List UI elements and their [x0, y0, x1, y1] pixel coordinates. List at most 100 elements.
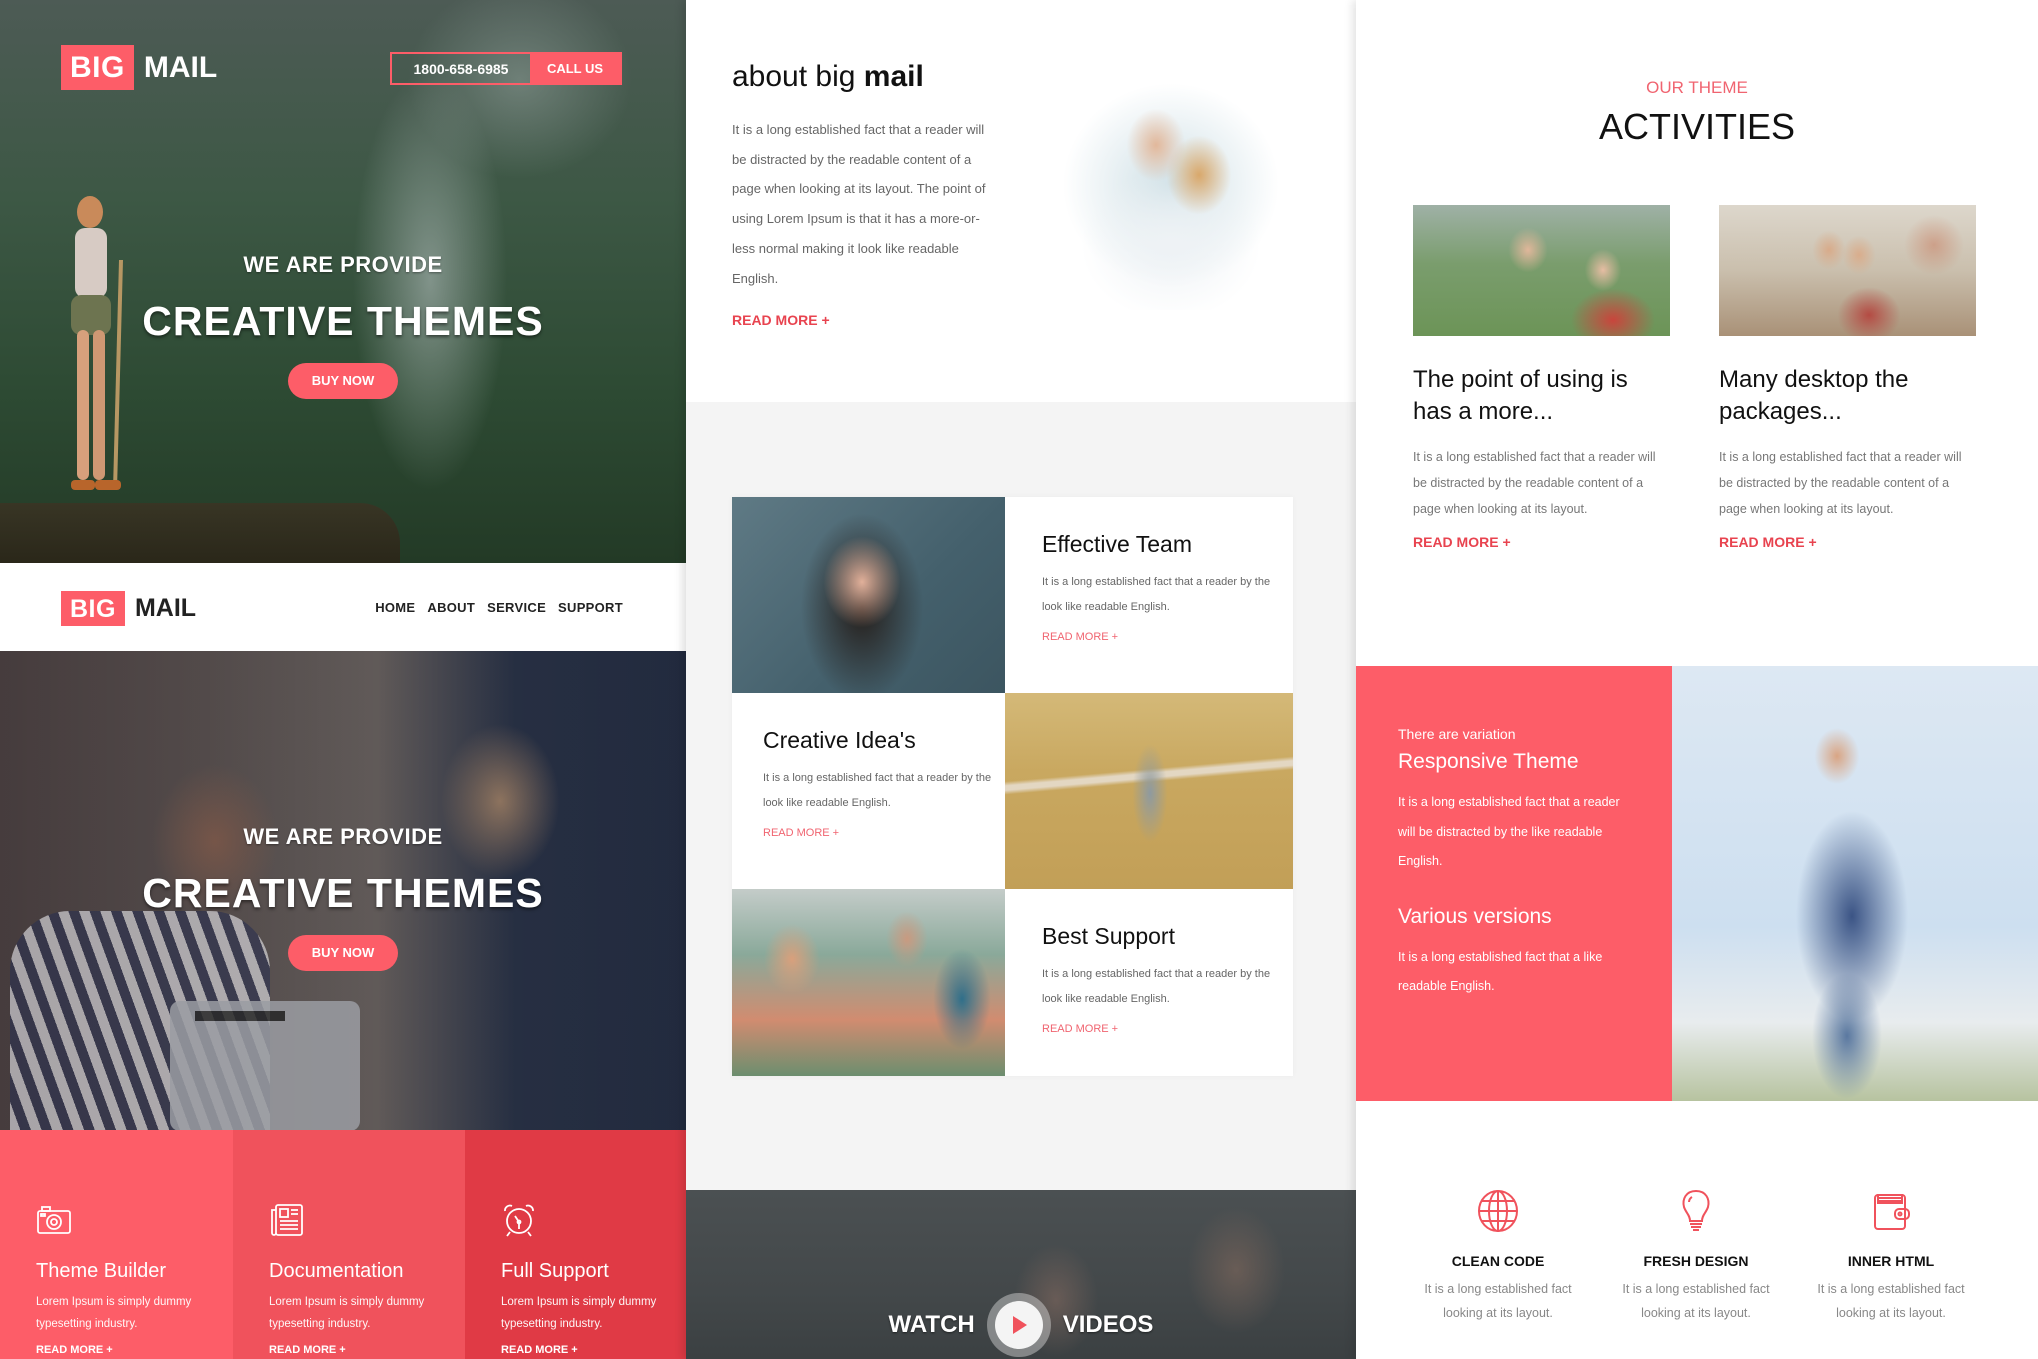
feature-title: Theme Builder [36, 1260, 167, 1282]
read-more-link[interactable]: READ MORE + [1719, 534, 1976, 550]
card-text: It is a long established fact that a rea… [1042, 968, 1271, 1005]
block-pretitle: There are variation [1398, 726, 1516, 742]
newspaper-icon [271, 1204, 303, 1236]
phone-number[interactable]: 1800-658-6985 [392, 54, 530, 83]
man-with-tablet-image [1672, 666, 2038, 1101]
video-section: WATCH VIDEOS [686, 1190, 1356, 1359]
middle-column-preview: about big mail It is a long established … [686, 0, 1356, 1359]
hero-subtitle: WE ARE PROVIDE [243, 824, 443, 849]
left-column-preview: BIG MAIL 1800-658-6985 CALL US WE ARE PR… [0, 0, 686, 1359]
section-title: ACTIVITIES [1598, 106, 1796, 147]
responsive-theme-block: There are variation Responsive Theme It … [1356, 666, 1672, 1101]
hero-title: CREATIVE THEMES [142, 870, 544, 916]
feature-text: It is a long established fact looking at… [1622, 1282, 1770, 1320]
videos-label: VIDEOS [1062, 1311, 1154, 1338]
icon-features: CLEAN CODE It is a long established fact… [1356, 1101, 2038, 1359]
activity-title: The point of using is has a more... [1413, 366, 1628, 425]
card-title: Creative Idea's [763, 727, 916, 753]
buy-now-button[interactable]: BUY NOW [288, 363, 398, 399]
block-text-2: It is a long established fact that a lik… [1398, 949, 1603, 994]
feature-theme-builder: Theme Builder Lorem Ipsum is simply dumm… [0, 1130, 233, 1359]
feature-text: It is a long established fact looking at… [1424, 1282, 1572, 1320]
block-title: Responsive Theme [1398, 750, 1579, 773]
rock-ledge [0, 503, 400, 563]
watch-label: WATCH [888, 1311, 975, 1338]
hero-text: WE ARE PROVIDE CREATIVE THEMES BUY NOW [0, 824, 686, 971]
feature-title: FRESH DESIGN [1643, 1253, 1749, 1269]
activity-text: It is a long established fact that a rea… [1413, 450, 1656, 516]
hero-waterfall: BIG MAIL 1800-658-6985 CALL US WE ARE PR… [0, 0, 686, 563]
navbar: BIG MAIL HOME ABOUT SERVICE SUPPORT [0, 563, 686, 651]
activity-title: Many desktop the packages... [1719, 366, 1909, 425]
feature-text: It is a long established fact looking at… [1817, 1282, 1965, 1320]
activities-section: OUR THEME ACTIVITIES The point of using … [1356, 0, 2038, 666]
call-box: 1800-658-6985 CALL US [390, 52, 622, 85]
nav-item-home[interactable]: HOME [375, 600, 415, 615]
feature-desc: Lorem Ipsum is simply dummy typesetting … [36, 1296, 192, 1330]
business-couple-image [1031, 55, 1301, 310]
card-text: It is a long established fact that a rea… [1042, 576, 1271, 613]
call-us-button[interactable]: CALL US [530, 54, 620, 83]
card-creative-ideas: Creative Idea's It is a long established… [732, 693, 1005, 889]
activity-text: It is a long established fact that a rea… [1719, 450, 1962, 516]
block-text: It is a long established fact that a rea… [1398, 795, 1620, 868]
about-text: It is a long established fact that a rea… [732, 122, 986, 286]
logo-box: BIG [61, 591, 125, 626]
feature-documentation: Documentation Lorem Ipsum is simply dumm… [233, 1130, 465, 1359]
camera-icon [37, 1206, 71, 1234]
feature-strip: Theme Builder Lorem Ipsum is simply dumm… [0, 1130, 686, 1359]
card-title: Effective Team [1042, 531, 1193, 557]
about-section: about big mail It is a long established … [686, 0, 1356, 402]
hero-subtitle: WE ARE PROVIDE [243, 252, 443, 277]
feature-title: INNER HTML [1847, 1253, 1935, 1269]
feature-title: Full Support [501, 1260, 609, 1282]
logo-text: MAIL [134, 594, 197, 622]
read-more-link[interactable]: READ MORE + [269, 1344, 465, 1356]
about-title-light: about big [732, 60, 864, 93]
nav-item-support[interactable]: SUPPORT [558, 600, 623, 615]
read-more-link[interactable]: READ MORE + [1042, 631, 1293, 643]
section-kicker: OUR THEME [1646, 78, 1748, 97]
buy-now-button[interactable]: BUY NOW [288, 935, 398, 971]
nav-item-service[interactable]: SERVICE [487, 600, 546, 615]
hero-text: WE ARE PROVIDE CREATIVE THEMES BUY NOW [0, 252, 686, 399]
hero-couple: WE ARE PROVIDE CREATIVE THEMES BUY NOW [0, 651, 686, 1130]
logo-box: BIG [61, 45, 134, 90]
read-more-link[interactable]: READ MORE + [763, 827, 1005, 839]
logo-text: MAIL [143, 50, 218, 84]
feature-clean-code: CLEAN CODE It is a long established fact… [1408, 1189, 1588, 1325]
feature-inner-html: INNER HTML It is a long established fact… [1801, 1189, 1981, 1325]
feature-title: CLEAN CODE [1451, 1253, 1545, 1269]
read-more-link[interactable]: READ MORE + [36, 1344, 233, 1356]
play-icon [1012, 1316, 1027, 1334]
read-more-link[interactable]: READ MORE + [501, 1344, 686, 1356]
woman-glasses-image [732, 497, 1005, 693]
card-title: Best Support [1042, 923, 1175, 949]
friends-tablet-image [1719, 205, 1976, 336]
right-column-preview: OUR THEME ACTIVITIES The point of using … [1356, 0, 2038, 1359]
read-more-link[interactable]: READ MORE + [1413, 534, 1670, 550]
video-cta: WATCH VIDEOS [686, 1293, 1356, 1357]
lightbulb-icon [1682, 1189, 1710, 1231]
brand-logo[interactable]: BIG MAIL [61, 591, 196, 626]
read-more-link[interactable]: READ MORE + [732, 312, 830, 328]
nav-item-about[interactable]: ABOUT [427, 600, 475, 615]
activity-item: Many desktop the packages... It is a lon… [1719, 205, 1976, 550]
activity-item: The point of using is has a more... It i… [1413, 205, 1670, 550]
alarm-clock-icon [504, 1204, 534, 1237]
about-title-bold: mail [863, 60, 924, 93]
card-effective-team: Effective Team It is a long established … [1005, 497, 1293, 693]
card-text: It is a long established fact that a rea… [763, 772, 992, 809]
hiking-couple-image [1413, 205, 1670, 336]
wallet-icon [1874, 1194, 1910, 1230]
kitchen-party-image [732, 889, 1005, 1076]
brand-logo[interactable]: BIG MAIL [61, 45, 217, 90]
card-best-support: Best Support It is a long established fa… [1005, 889, 1293, 1076]
hero-title: CREATIVE THEMES [142, 298, 544, 344]
play-button[interactable] [986, 1293, 1051, 1357]
feature-desc: Lorem Ipsum is simply dummy typesetting … [269, 1296, 425, 1330]
read-more-link[interactable]: READ MORE + [1042, 1023, 1293, 1035]
nav-menu: HOME ABOUT SERVICE SUPPORT [375, 600, 623, 615]
feature-desc: Lorem Ipsum is simply dummy typesetting … [501, 1296, 657, 1330]
globe-icon [1478, 1190, 1518, 1232]
